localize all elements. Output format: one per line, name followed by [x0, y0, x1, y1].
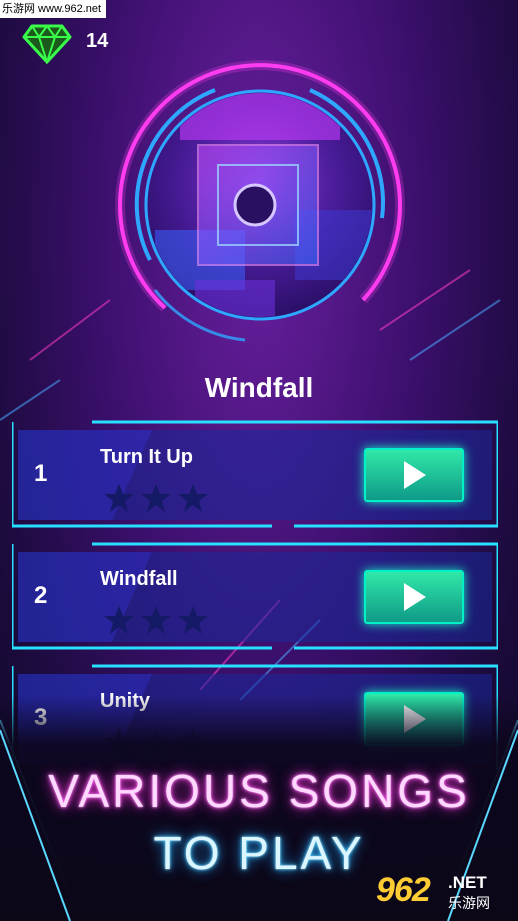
song-number: 1 — [34, 460, 48, 487]
watermark-top: 乐游网 www.962.net — [0, 0, 106, 18]
song-number: 2 — [34, 582, 48, 609]
star-icon — [178, 606, 208, 634]
star-icon — [178, 484, 208, 512]
song-name: Windfall — [100, 568, 178, 590]
star-rating — [104, 484, 208, 512]
watermark-cn: 乐游网 — [448, 895, 490, 911]
album-disc[interactable] — [95, 50, 425, 380]
star-icon — [141, 606, 171, 634]
play-button[interactable] — [364, 570, 464, 624]
play-icon — [404, 461, 426, 489]
current-song-title: Windfall — [204, 372, 314, 403]
song-row-1[interactable]: 1 Turn It Up — [12, 420, 498, 528]
watermark-number: 962 — [376, 871, 431, 909]
play-icon — [404, 583, 426, 611]
star-icon — [104, 484, 134, 512]
song-row-2[interactable]: 2 Windfall — [12, 542, 498, 650]
promo-tagline-line1: VARIOUS SONGS — [48, 765, 470, 817]
song-name: Turn It Up — [100, 446, 193, 468]
star-icon — [104, 606, 134, 634]
star-rating — [104, 606, 208, 634]
star-icon — [141, 484, 171, 512]
watermark-suffix: .NET — [448, 873, 487, 892]
play-button[interactable] — [364, 448, 464, 502]
diamond-icon — [22, 22, 72, 66]
watermark-logo: 962 .NET 乐游网 — [376, 867, 514, 917]
